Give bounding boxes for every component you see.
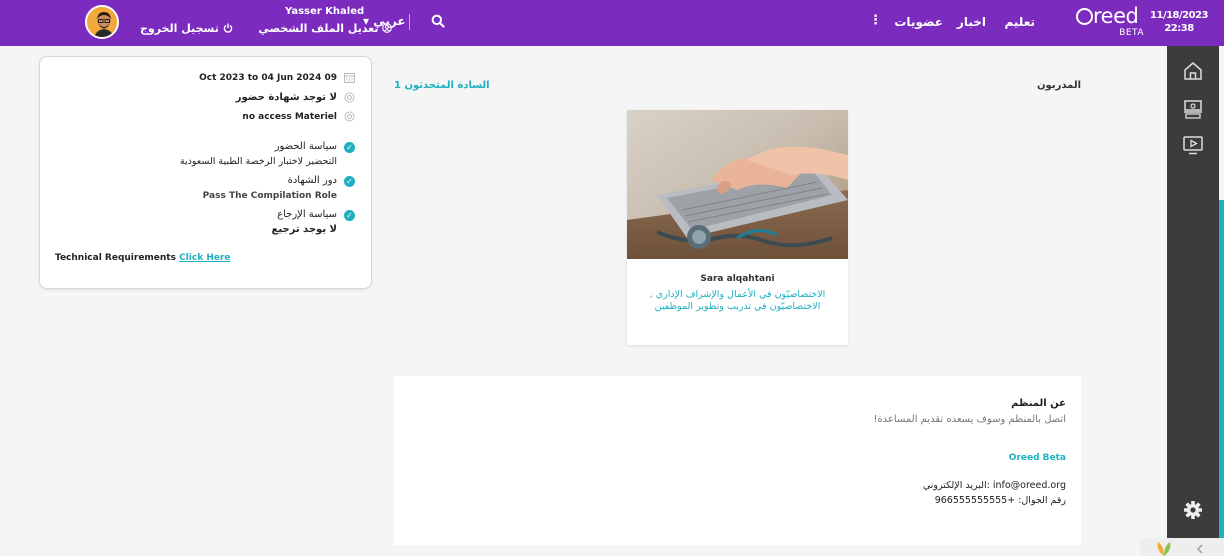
edit-profile-label: تعديل الملف الشخصي bbox=[258, 22, 379, 35]
material-access-icon bbox=[344, 111, 355, 122]
certificate-role-value: Pass The Compilation Role bbox=[202, 191, 337, 201]
edit-profile-button[interactable]: تعديل الملف الشخصي bbox=[258, 22, 393, 35]
scrollbar-track[interactable] bbox=[1219, 200, 1224, 538]
logout-button[interactable]: تسجيل الخروج bbox=[140, 22, 233, 35]
trainers-heading: المدربون bbox=[1037, 80, 1081, 91]
more-menu-icon[interactable]: ⋮ bbox=[869, 13, 882, 28]
organizer-phone: رقم الجوال: +966555555555 bbox=[934, 495, 1066, 506]
logo-ring-icon bbox=[1076, 8, 1093, 25]
oreed-logo[interactable]: reed BETA bbox=[1074, 4, 1146, 39]
avatar[interactable] bbox=[85, 5, 119, 39]
check-circle-icon: ✓ bbox=[344, 142, 355, 153]
classroom-icon[interactable] bbox=[1182, 98, 1204, 120]
nav-memberships[interactable]: عضويات bbox=[894, 15, 943, 29]
gear-icon[interactable] bbox=[1182, 499, 1204, 521]
organizer-heading: عن المنظم bbox=[1011, 398, 1066, 409]
refund-policy-value: لا يوجد ترجيع bbox=[271, 224, 337, 235]
current-date: 11/18/2023 bbox=[1150, 10, 1208, 21]
user-name: Yasser Khaled bbox=[285, 6, 365, 17]
course-dates: Oct 2023 to 04 Jun 2024 09 bbox=[199, 73, 337, 83]
nav-news[interactable]: اخبار bbox=[957, 15, 986, 29]
refund-policy-label: سياسة الإرجاع bbox=[277, 209, 337, 220]
power-icon bbox=[223, 23, 232, 33]
organizer-card: عن المنظم اتصل بالمنظم وسوف يسعده تقديم … bbox=[394, 376, 1081, 545]
attendance-certificate: لا توجد شهادة حضور bbox=[235, 92, 337, 103]
speaker-card[interactable]: Sara alqahtani الاختصاصيّون في الأعمال و… bbox=[627, 110, 848, 345]
certificate-icon bbox=[344, 92, 355, 103]
technical-requirements: Technical Requirements Click Here bbox=[55, 253, 231, 263]
click-here-link[interactable]: Click Here bbox=[179, 253, 230, 263]
search-icon[interactable] bbox=[431, 14, 445, 28]
side-rail bbox=[1167, 46, 1219, 538]
speaker-title: الاختصاصيّون في الأعمال والإشراف الإداري… bbox=[649, 289, 826, 312]
organizer-description: اتصل بالمنظم وسوف يسعده تقديم المساعدة! bbox=[873, 414, 1066, 425]
date-time-display: 11/18/2023 22:38 bbox=[1150, 9, 1208, 35]
logout-label: تسجيل الخروج bbox=[140, 22, 219, 35]
attendance-policy-label: سياسة الحضور bbox=[274, 141, 337, 152]
technical-requirements-label: Technical Requirements bbox=[55, 253, 176, 263]
certificate-role-label: دور الشهادة bbox=[287, 175, 337, 186]
course-info-card: Oct 2023 to 04 Jun 2024 09 لا توجد شهادة… bbox=[39, 56, 372, 289]
laptop-stethoscope-image bbox=[627, 110, 848, 259]
home-icon[interactable] bbox=[1182, 60, 1204, 82]
chevron-left-icon[interactable] bbox=[1196, 544, 1204, 554]
logo-wordmark: reed bbox=[1093, 4, 1139, 28]
beta-badge: BETA bbox=[1119, 28, 1144, 38]
speaker-photo bbox=[627, 110, 848, 259]
header-divider bbox=[409, 14, 410, 30]
nav-learn[interactable]: تعليم bbox=[1005, 15, 1036, 29]
user-circle-icon bbox=[382, 23, 393, 33]
footer-strip bbox=[1140, 538, 1224, 556]
attendance-policy-value: التحضير لاختبار الرخصة الطبية السعودية bbox=[179, 156, 337, 167]
check-circle-icon: ✓ bbox=[344, 210, 355, 221]
top-navigation-bar: 11/18/2023 22:38 reed BETA تعليم اخبار ع… bbox=[0, 0, 1224, 46]
user-actions: تسجيل الخروج تعديل الملف الشخصي bbox=[140, 22, 393, 35]
calendar-icon bbox=[344, 73, 355, 83]
speaker-name: Sara alqahtani bbox=[700, 274, 775, 284]
video-lesson-icon[interactable] bbox=[1182, 134, 1204, 156]
current-time: 22:38 bbox=[1164, 23, 1194, 34]
speakers-link[interactable]: 1 السادة المتحدثون bbox=[394, 80, 490, 91]
check-circle-icon: ✓ bbox=[344, 176, 355, 187]
avatar-portrait-icon bbox=[87, 7, 117, 37]
leaf-logo-icon bbox=[1157, 542, 1171, 556]
material-access: no access Materiel bbox=[242, 112, 337, 122]
organizer-email: البريد الإلكتروني: info@oreed.org bbox=[922, 480, 1066, 491]
organizer-name[interactable]: Oreed Beta bbox=[1009, 453, 1066, 463]
